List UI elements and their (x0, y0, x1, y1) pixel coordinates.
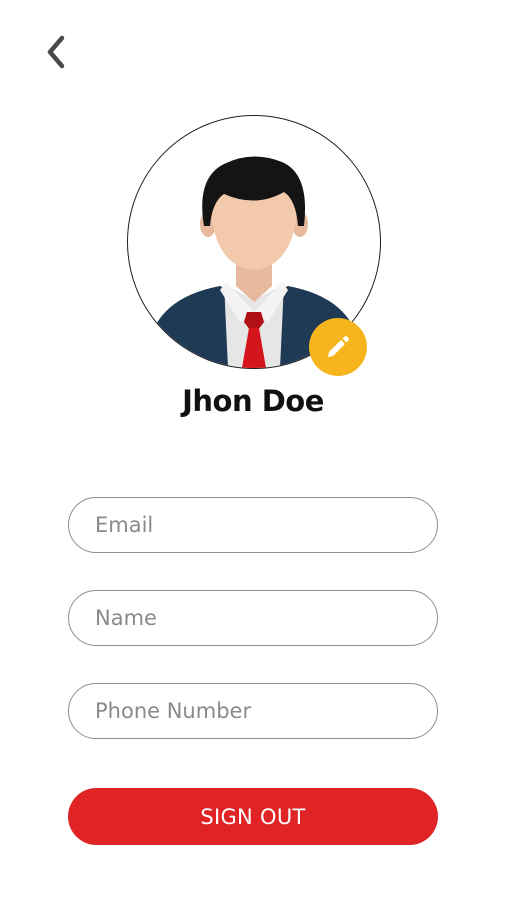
chevron-left-icon (47, 35, 65, 69)
name-field[interactable] (68, 590, 438, 646)
back-button[interactable] (36, 32, 76, 72)
phone-number-field[interactable] (68, 683, 438, 739)
avatar-container (127, 115, 381, 376)
user-name: Jhon Doe (182, 384, 324, 418)
edit-avatar-button[interactable] (309, 318, 367, 376)
sign-out-button[interactable]: SIGN OUT (68, 788, 438, 845)
email-field[interactable] (68, 497, 438, 553)
pencil-icon (328, 336, 349, 357)
